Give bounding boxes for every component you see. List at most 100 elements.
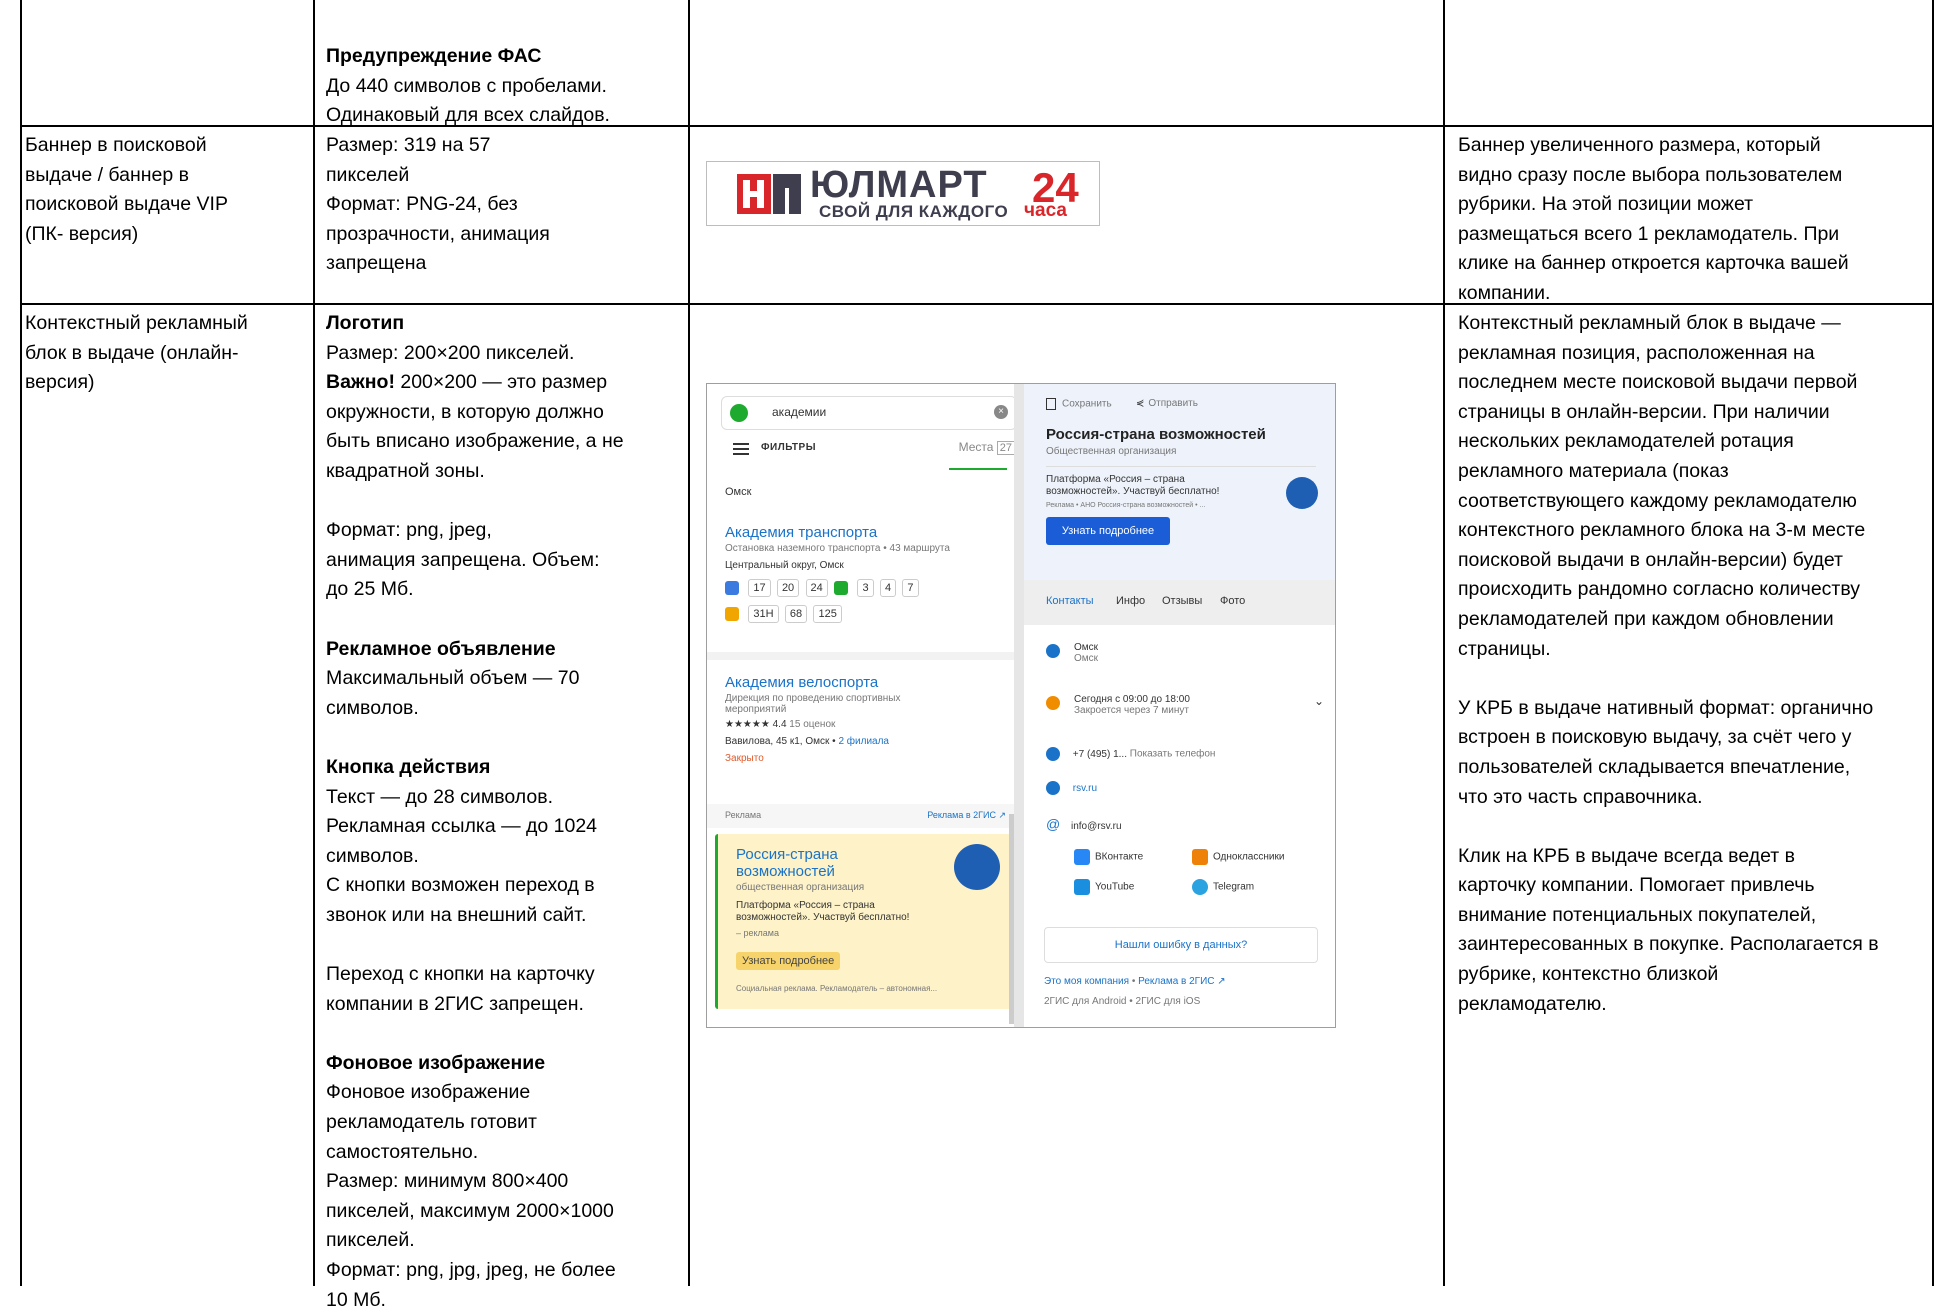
- show-phone-link[interactable]: Показать телефон: [1130, 749, 1216, 760]
- contact-city: Омск: [1074, 642, 1099, 653]
- text-line: звонок или на внешний сайт.: [326, 903, 587, 926]
- social-vk[interactable]: ВКонтакте: [1074, 849, 1143, 865]
- apps-links[interactable]: 2ГИС для Android • 2ГИС для iOS: [1044, 996, 1200, 1007]
- text-line: происходить рандомно согласно количеству: [1458, 578, 1861, 601]
- context-block-name-cell: Контекстный рекламный блок в выдаче (онл…: [25, 309, 310, 398]
- tab-photos[interactable]: Фото: [1220, 595, 1245, 607]
- text-line: что это часть справочника.: [1458, 785, 1703, 808]
- text-line: Контекстный рекламный: [25, 312, 248, 334]
- text-line: контекстного рекламного блока на 3-м мес…: [1458, 519, 1866, 542]
- contact-hours[interactable]: Сегодня с 09:00 до 18:00 Закроется через…: [1046, 694, 1324, 716]
- text-line: Рекламная ссылка — до 1024: [326, 815, 598, 838]
- contact-phone[interactable]: +7 (495) 1... Показать телефон: [1046, 747, 1215, 761]
- ad-text: Платформа «Россия – страна: [736, 900, 875, 911]
- route-chip: 3: [857, 579, 874, 597]
- org-title: Россия-страна возможностей: [1046, 426, 1266, 443]
- org-type: Общественная организация: [1046, 446, 1177, 457]
- text-line: Максимальный объем — 70: [326, 667, 580, 690]
- card-tabs: Контакты Инфо Отзывы Фото: [1024, 580, 1335, 625]
- places-tab[interactable]: Места 27: [959, 440, 1015, 455]
- search-banner-spec-cell: Размер: 319 на 57 пикселей Формат: PNG-2…: [326, 131, 686, 279]
- tab-contacts[interactable]: Контакты: [1046, 595, 1094, 607]
- route-chip: 125: [813, 605, 842, 623]
- text-line: до 25 Мб.: [326, 578, 414, 601]
- footer-links: Это моя компания • Реклама в 2ГИС ↗: [1044, 976, 1226, 987]
- text-line: внимание потенциальных покупателей,: [1458, 903, 1817, 926]
- banner-tagline-suffix: часа: [1024, 200, 1067, 221]
- org-logo-icon: [1286, 477, 1318, 509]
- result-item[interactable]: Академия велоспорта Дирекция по проведен…: [725, 674, 1010, 764]
- table-border-col1: [313, 0, 315, 1286]
- ad-heading: Рекламное объявление: [326, 637, 556, 660]
- branches-link[interactable]: 2 филиала: [838, 736, 889, 747]
- text-line: С кнопки возможен переход в: [326, 874, 595, 897]
- result-subtitle: Дирекция по проведению спортивных: [725, 693, 901, 704]
- text-line: быть вписано изображение, а не: [326, 430, 624, 453]
- search-banner-name-cell: Баннер в поисковой выдаче / баннер в пои…: [25, 131, 310, 249]
- filter-icon[interactable]: [733, 443, 749, 455]
- save-button[interactable]: Сохранить: [1046, 398, 1112, 410]
- text-line: У КРБ в выдаче нативный формат: органичн…: [1458, 696, 1874, 719]
- text-line: Формат: PNG-24, без: [326, 193, 518, 216]
- text-line: страницы.: [1458, 637, 1551, 660]
- location-pin-icon: [1046, 644, 1060, 658]
- ad-cta-button[interactable]: Узнать подробнее: [736, 952, 841, 970]
- important-line: Важно! 200×200 — это размер: [326, 368, 686, 398]
- phone-number: +7 (495) 1...: [1072, 748, 1127, 760]
- tab-info[interactable]: Инфо: [1116, 595, 1145, 607]
- banner-tagline: СВОЙ ДЛЯ КАЖДОГО: [819, 202, 1009, 221]
- globe-icon: [1046, 781, 1060, 795]
- own-company-link[interactable]: Это моя компания: [1044, 976, 1129, 987]
- site-link[interactable]: rsv.ru: [1073, 783, 1097, 794]
- route-chip: 17: [748, 579, 771, 597]
- text-line: Фоновое изображение: [326, 1081, 531, 1104]
- learn-more-button[interactable]: Узнать подробнее: [1046, 517, 1170, 545]
- text-line: карточку компании. Помогает привлечь: [1458, 874, 1815, 897]
- text-line: Баннер увеличенного размера, который: [1458, 134, 1821, 156]
- text-line: пикселей: [326, 163, 410, 186]
- result-item[interactable]: Академия транспорта Остановка наземного …: [725, 524, 1010, 623]
- text-line: рекламного материала (показ: [1458, 459, 1729, 482]
- bookmark-icon: [1046, 398, 1056, 410]
- contact-email[interactable]: @ info@rsv.ru: [1046, 816, 1122, 832]
- social-youtube[interactable]: YouTube: [1074, 879, 1134, 895]
- text-line: Переход с кнопки на карточку: [326, 963, 595, 986]
- tab-reviews[interactable]: Отзывы: [1162, 595, 1202, 607]
- contact-city-sub: Омск: [1074, 653, 1099, 664]
- social-ok[interactable]: Одноклассники: [1192, 849, 1284, 865]
- result-title[interactable]: Академия транспорта: [725, 524, 1010, 541]
- report-error-button[interactable]: Нашли ошибку в данных?: [1044, 927, 1318, 963]
- ad-2gis-link[interactable]: Реклама в 2ГИС ↗: [1138, 976, 1226, 987]
- context-block-description-cell: Контекстный рекламный блок в выдаче — ре…: [1458, 309, 1930, 1019]
- text-line: выдаче / баннер в: [25, 163, 189, 186]
- logo-heading: Логотип: [326, 312, 405, 334]
- filters-button[interactable]: ФИЛЬТРЫ: [761, 442, 816, 453]
- table-border-left: [20, 0, 22, 1286]
- rating-stars: ★★★★★: [725, 719, 770, 730]
- text-line: блок в выдаче (онлайн-: [25, 341, 239, 364]
- clear-icon[interactable]: ×: [994, 405, 1008, 419]
- text-line: страницы в онлайн-версии. При наличии: [1458, 400, 1830, 423]
- route-chip: 4: [879, 579, 897, 597]
- text-line: рекламодатель готовит: [326, 1111, 537, 1134]
- text-line: пользователей складывается впечатление,: [1458, 755, 1851, 778]
- result-subtitle: мероприятий: [725, 704, 787, 715]
- company-card-header: Сохранить ⋞ Отправить Россия-страна возмо…: [1024, 384, 1335, 580]
- places-count: 27: [996, 441, 1015, 455]
- result-title[interactable]: Академия велоспорта: [725, 674, 1010, 691]
- search-banner-description-cell: Баннер увеличенного размера, который вид…: [1458, 131, 1928, 309]
- text-line: самостоятельно.: [326, 1140, 479, 1163]
- contact-site[interactable]: rsv.ru: [1046, 781, 1097, 795]
- text-line: версия): [25, 371, 95, 394]
- search-input[interactable]: академии ×: [721, 396, 1017, 430]
- route-chip: 31Н: [748, 605, 779, 623]
- ad-link[interactable]: Реклама в 2ГИС ↗: [927, 810, 1006, 821]
- chevron-down-icon[interactable]: ⌄: [1314, 694, 1324, 708]
- social-telegram[interactable]: Telegram: [1192, 879, 1254, 895]
- email-text: info@rsv.ru: [1071, 821, 1122, 832]
- text-line: клике на баннер откроется карточка вашей: [1458, 252, 1849, 275]
- context-ad-card[interactable]: Россия-страна возможностей общественная …: [715, 834, 1012, 1009]
- share-button[interactable]: ⋞ Отправить: [1136, 398, 1198, 409]
- text-line: рекламная позиция, расположенная на: [1458, 341, 1815, 364]
- text-line: размещаться всего 1 рекламодатель. При: [1458, 222, 1840, 245]
